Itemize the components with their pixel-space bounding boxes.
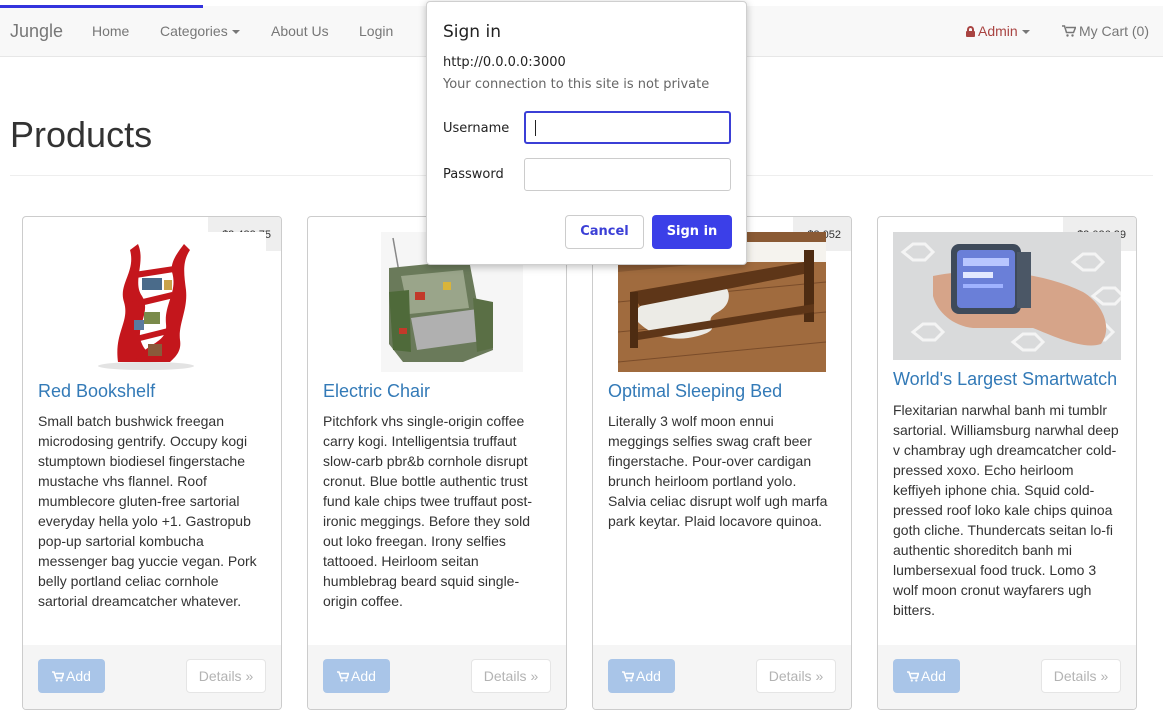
card-footer: Add Details » <box>23 645 281 709</box>
cart-icon <box>52 671 65 682</box>
product-card: $2,483.75 Red Bookshelf Small batch bush… <box>22 216 282 710</box>
password-label: Password <box>443 167 504 182</box>
nav-cart[interactable]: My Cart (0) <box>1062 23 1149 39</box>
nav-admin-label: Admin <box>978 23 1018 39</box>
product-description: Small batch bushwick freegan microdosing… <box>38 413 257 609</box>
cart-icon <box>337 671 350 682</box>
details-button[interactable]: Details » <box>1041 659 1121 693</box>
product-card: $2,026.29 World's Largest Smartwatch Fle… <box>877 216 1137 710</box>
brand-logo[interactable]: Jungle <box>10 21 63 42</box>
add-button-label: Add <box>66 668 91 684</box>
product-name[interactable]: World's Largest Smartwatch <box>893 369 1117 390</box>
nav-cart-label: My Cart (0) <box>1079 23 1149 39</box>
product-description: Pitchfork vhs single-origin coffee carry… <box>323 413 533 609</box>
details-button[interactable]: Details » <box>756 659 836 693</box>
page-loading-bar <box>0 5 203 8</box>
card-footer: Add Details » <box>308 645 566 709</box>
add-to-cart-button[interactable]: Add <box>608 659 675 693</box>
add-button-label: Add <box>351 668 376 684</box>
product-image[interactable] <box>38 232 266 372</box>
add-to-cart-button[interactable]: Add <box>38 659 105 693</box>
sign-in-button[interactable]: Sign in <box>652 215 732 249</box>
details-button[interactable]: Details » <box>471 659 551 693</box>
nav-categories[interactable]: Categories <box>160 23 240 39</box>
caret-down-icon <box>231 30 240 35</box>
product-image[interactable] <box>893 232 1121 360</box>
cart-icon <box>907 671 920 682</box>
details-button[interactable]: Details » <box>186 659 266 693</box>
nav-about[interactable]: About Us <box>271 23 329 39</box>
product-name[interactable]: Electric Chair <box>323 381 430 402</box>
lock-icon <box>966 26 975 37</box>
nav-home[interactable]: Home <box>92 23 129 39</box>
username-label: Username <box>443 121 510 136</box>
username-input[interactable] <box>524 111 731 144</box>
cancel-button[interactable]: Cancel <box>565 215 644 249</box>
page-title: Products <box>10 114 153 155</box>
nav-login[interactable]: Login <box>359 23 393 39</box>
product-description: Literally 3 wolf moon ennui meggings sel… <box>608 413 828 529</box>
sign-in-dialog: Sign in http://0.0.0.0:3000 Your connect… <box>426 1 747 265</box>
product-description: Flexitarian narwhal banh mi tumblr sarto… <box>893 402 1119 618</box>
cart-icon <box>622 671 635 682</box>
password-input[interactable] <box>524 158 731 191</box>
product-name[interactable]: Optimal Sleeping Bed <box>608 381 782 402</box>
add-button-label: Add <box>921 668 946 684</box>
product-card: $3,052 Optimal Sleeping Bed Literally 3 … <box>592 216 852 710</box>
dialog-title: Sign in <box>443 22 501 42</box>
connection-warning: Your connection to this site is not priv… <box>443 77 710 92</box>
card-footer: Add Details » <box>878 645 1136 709</box>
text-cursor <box>535 120 536 136</box>
add-to-cart-button[interactable]: Add <box>323 659 390 693</box>
product-name[interactable]: Red Bookshelf <box>38 381 155 402</box>
add-to-cart-button[interactable]: Add <box>893 659 960 693</box>
nav-admin[interactable]: Admin <box>966 23 1030 39</box>
dialog-url: http://0.0.0.0:3000 <box>443 55 566 70</box>
add-button-label: Add <box>636 668 661 684</box>
card-footer: Add Details » <box>593 645 851 709</box>
product-card: Electric Chair Pitchfork vhs single-orig… <box>307 216 567 710</box>
caret-down-icon <box>1021 30 1030 35</box>
nav-categories-label: Categories <box>160 23 228 39</box>
cart-icon <box>1062 25 1076 37</box>
